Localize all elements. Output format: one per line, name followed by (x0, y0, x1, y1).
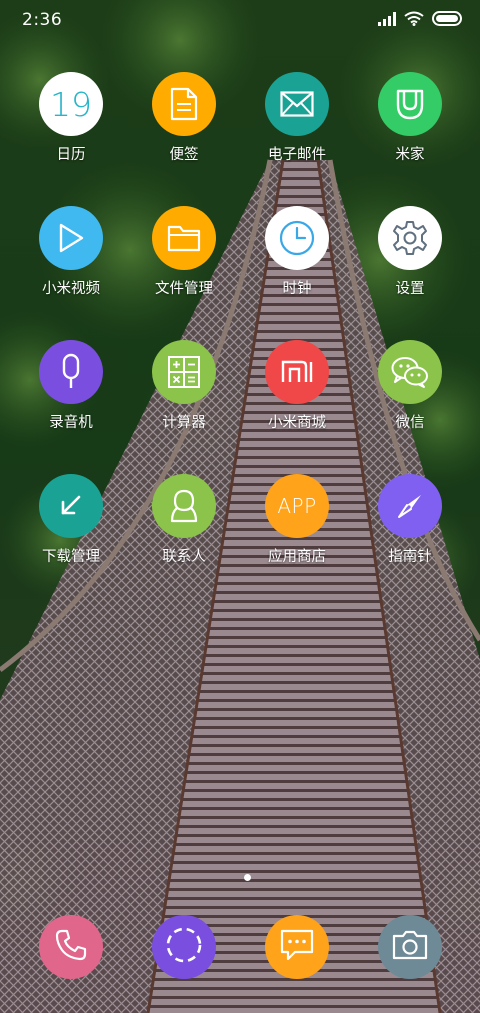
app-label: 便签 (169, 147, 199, 163)
app-mi-store[interactable]: 小米商城 (241, 340, 353, 444)
wechat-icon (378, 340, 442, 404)
app-compass[interactable]: 指南针 (354, 474, 466, 578)
status-bar: 2:36 (0, 0, 480, 40)
mail-icon (265, 72, 329, 136)
calendar-day: 19 (50, 84, 92, 124)
app-calculator[interactable]: 计算器 (128, 340, 240, 444)
app-label: 指南针 (388, 549, 432, 565)
signal-icon (378, 11, 396, 30)
app-email[interactable]: 电子邮件 (241, 72, 353, 176)
page-indicator-dot (244, 874, 251, 881)
video-play-icon (39, 206, 103, 270)
app-calendar[interactable]: 19 日历 (15, 72, 127, 176)
dock-phone[interactable] (39, 915, 103, 979)
app-notes[interactable]: 便签 (128, 72, 240, 176)
app-settings[interactable]: 设置 (354, 206, 466, 310)
app-app-store[interactable]: APP 应用商店 (241, 474, 353, 578)
mijia-icon (378, 72, 442, 136)
app-label: 微信 (395, 415, 425, 431)
app-file-manager[interactable]: 文件管理 (128, 206, 240, 310)
app-store-icon: APP (265, 474, 329, 538)
app-label: 计算器 (162, 415, 206, 431)
app-mi-video[interactable]: 小米视频 (15, 206, 127, 310)
app-recorder[interactable]: 录音机 (15, 340, 127, 444)
wifi-icon (404, 11, 424, 30)
microphone-icon (39, 340, 103, 404)
app-label: 文件管理 (155, 281, 213, 297)
app-label: 日历 (56, 147, 86, 163)
status-time: 2:36 (22, 10, 63, 30)
camera-icon (391, 929, 429, 965)
app-contacts[interactable]: 联系人 (128, 474, 240, 578)
app-mijia[interactable]: 米家 (354, 72, 466, 176)
app-label: 米家 (395, 147, 425, 163)
download-icon (39, 474, 103, 538)
app-label: 应用商店 (268, 549, 326, 565)
app-label: 联系人 (162, 549, 206, 565)
app-label: 电子邮件 (268, 147, 326, 163)
app-downloads[interactable]: 下载管理 (15, 474, 127, 578)
app-label: 小米视频 (42, 281, 100, 297)
app-label: 小米商城 (268, 415, 326, 431)
dock-camera[interactable] (378, 915, 442, 979)
battery-icon (432, 10, 464, 30)
app-label: 录音机 (49, 415, 93, 431)
dock-messages[interactable] (265, 915, 329, 979)
clock-icon (265, 206, 329, 270)
app-store-text: APP (277, 494, 317, 518)
app-label: 下载管理 (42, 549, 100, 565)
calculator-icon (152, 340, 216, 404)
contact-icon (152, 474, 216, 538)
dock-browser[interactable] (152, 915, 216, 979)
phone-icon (54, 928, 88, 966)
app-label: 设置 (395, 281, 425, 297)
calendar-icon: 19 (39, 72, 103, 136)
gear-icon (378, 206, 442, 270)
app-label: 时钟 (282, 281, 312, 297)
dashed-circle-icon (164, 925, 204, 969)
status-icons (378, 10, 464, 30)
app-clock[interactable]: 时钟 (241, 206, 353, 310)
app-wechat[interactable]: 微信 (354, 340, 466, 444)
folder-icon (152, 206, 216, 270)
mi-logo-icon (265, 340, 329, 404)
message-icon (279, 928, 315, 966)
compass-icon (378, 474, 442, 538)
notes-icon (152, 72, 216, 136)
